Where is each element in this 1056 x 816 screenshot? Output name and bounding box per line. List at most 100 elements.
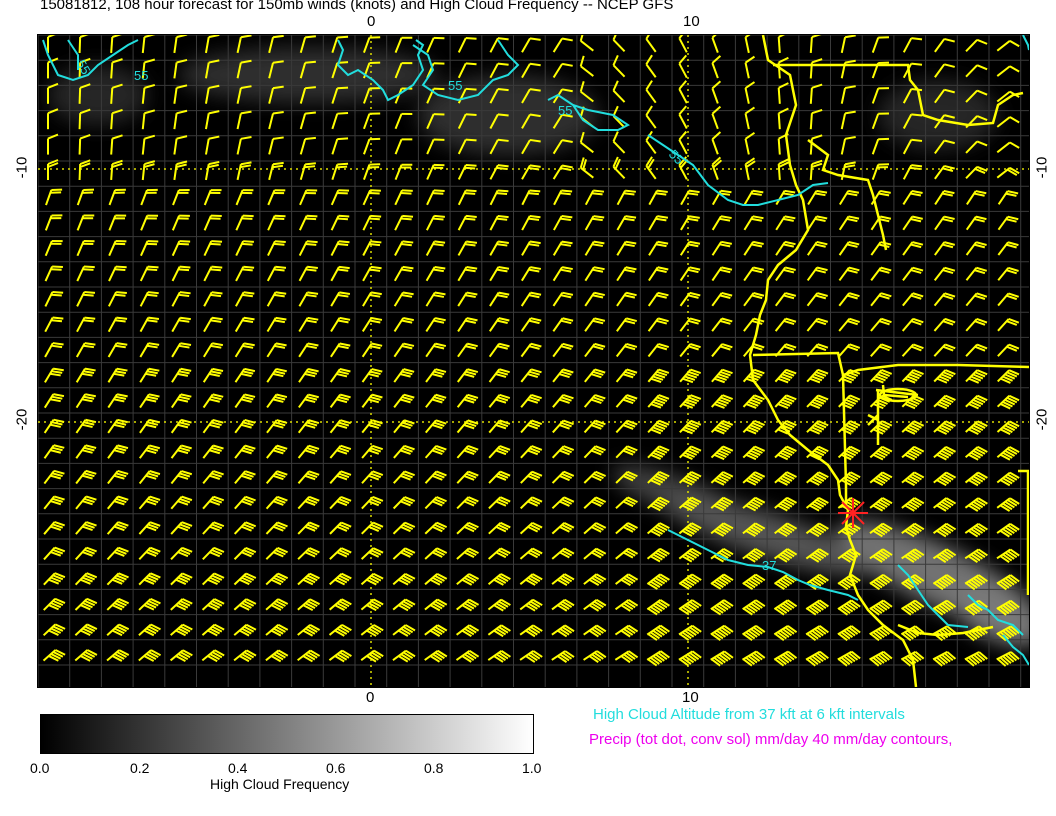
wind-barb (108, 214, 127, 231)
wind-barb (744, 35, 756, 54)
wind-barb (330, 240, 350, 256)
wind-barb (965, 38, 988, 53)
wind-barb (579, 55, 594, 77)
wind-barb (170, 393, 192, 409)
wind-barb (932, 522, 957, 538)
wind-barb (394, 36, 413, 53)
wind-barb (742, 445, 766, 461)
wind-barb (933, 445, 956, 461)
wind-barb (615, 368, 638, 383)
wind-barb (997, 343, 1020, 357)
wind-barb (902, 164, 923, 180)
wind-barb (202, 546, 225, 560)
wind-barb (615, 547, 639, 560)
wind-barb (742, 368, 765, 384)
wind-barb (201, 572, 225, 586)
wind-barb (838, 317, 860, 332)
wind-barb (233, 546, 257, 560)
wind-barb (711, 105, 722, 130)
wind-barb (456, 445, 479, 459)
wind-barb (361, 316, 383, 333)
wind-barb (233, 521, 257, 535)
wind-barb (870, 266, 892, 281)
bottom-axis-label: 0 (366, 689, 375, 706)
wind-barb (520, 445, 543, 459)
wind-barb (110, 134, 123, 155)
wind-barb (552, 342, 574, 358)
wind-barb (996, 651, 1020, 667)
wind-barb (838, 215, 860, 231)
wind-barb (488, 445, 511, 459)
wind-barb (680, 189, 700, 206)
wind-barb (297, 419, 320, 434)
wind-barb (44, 265, 63, 282)
wind-barb (141, 35, 156, 54)
wind-barb (76, 214, 95, 231)
wind-barb (552, 394, 574, 408)
wind-barb (425, 368, 447, 383)
wind-barb (488, 317, 510, 332)
wind-barb (711, 80, 722, 104)
wind-barb (361, 419, 383, 434)
wind-barb (362, 265, 382, 282)
wind-barb (107, 418, 129, 434)
wind-barb (75, 521, 97, 535)
wind-barb (583, 445, 606, 459)
wind-barb (806, 368, 829, 384)
wind-barb (488, 419, 511, 434)
wind-barb (806, 317, 829, 332)
top-axis-label: 0 (367, 13, 376, 30)
wind-barb (521, 189, 541, 206)
wind-barb (838, 343, 861, 357)
wind-barb (583, 394, 606, 408)
wind-barb (76, 291, 96, 307)
wind-barb (584, 189, 605, 206)
wind-barb (678, 547, 702, 563)
wind-barb (806, 471, 829, 486)
wind-barb (933, 317, 956, 332)
wind-barb (203, 189, 222, 206)
wind-barb (680, 215, 700, 231)
wind-barb (902, 215, 923, 231)
wind-barb (138, 444, 161, 459)
wind-barb (426, 189, 445, 206)
wind-barb (870, 292, 892, 307)
wind-barb (809, 159, 823, 181)
wind-barb (299, 111, 316, 130)
wind-barb (552, 37, 573, 53)
map-panel: 55 55 55 55 55 37 (37, 34, 1030, 688)
wind-barb (45, 188, 63, 206)
wind-barb (266, 393, 288, 409)
wind-barb (777, 35, 789, 54)
wind-barb (47, 133, 59, 155)
wind-barb (615, 522, 638, 535)
wind-barb (774, 343, 797, 358)
wind-barb (996, 394, 1020, 410)
contour-label: 55 (134, 68, 148, 83)
wind-barb (838, 266, 860, 282)
wind-barb (965, 394, 988, 410)
wind-barb (489, 266, 510, 282)
wind-barb (584, 317, 606, 332)
wind-barb (457, 266, 478, 282)
wind-barb (170, 444, 192, 459)
wind-barb (996, 116, 1020, 128)
wind-barb (170, 546, 193, 561)
wind-barb (362, 291, 382, 307)
wind-barb (615, 496, 638, 509)
wind-barb (392, 547, 416, 560)
wind-barb (361, 342, 383, 358)
wind-barb (901, 497, 925, 512)
wind-barb (932, 651, 957, 667)
wind-barb (138, 495, 161, 510)
wind-barb (551, 522, 575, 535)
wind-barb (298, 214, 318, 231)
wind-barb (393, 317, 414, 332)
wind-barb (234, 393, 256, 409)
wind-barb (75, 367, 96, 383)
wind-barb (809, 83, 823, 104)
wind-barb (647, 343, 670, 358)
wind-barb (645, 80, 657, 104)
wind-barb (329, 572, 352, 586)
wind-barb (108, 240, 127, 257)
